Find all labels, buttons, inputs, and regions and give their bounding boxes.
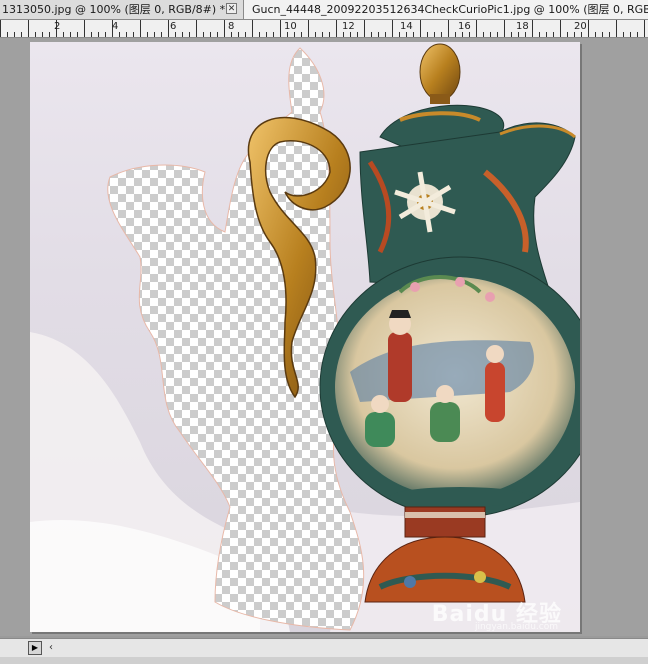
play-icon[interactable]: ▶ bbox=[28, 641, 42, 655]
ruler-label: 8 bbox=[228, 21, 235, 32]
ruler-label: 6 bbox=[170, 21, 177, 32]
ruler-label: 18 bbox=[516, 21, 529, 32]
arrow-left-icon[interactable]: ‹ bbox=[44, 640, 58, 656]
ruler-label: 2 bbox=[54, 21, 61, 32]
document-tab-2[interactable]: Gucn_44448_20092203512634CheckCurioPic1.… bbox=[244, 0, 648, 19]
document-tab-bar: 1313050.jpg @ 100% (图层 0, RGB/8#) * ✕ Gu… bbox=[0, 0, 648, 20]
document-tab-1-label: 1313050.jpg @ 100% (图层 0, RGB/8#) * bbox=[2, 3, 226, 16]
status-strip bbox=[0, 657, 648, 664]
ruler-label: 12 bbox=[342, 21, 355, 32]
document-canvas[interactable]: Baidu 经验 jingyan.baidu.com bbox=[30, 42, 580, 632]
watermark-url: jingyan.baidu.com bbox=[474, 622, 558, 632]
ruler-label: 10 bbox=[284, 21, 297, 32]
ruler-label: 20 bbox=[574, 21, 587, 32]
horizontal-ruler: 2 4 6 8 10 12 14 16 18 20 bbox=[0, 20, 648, 38]
ruler-label: 14 bbox=[400, 21, 413, 32]
document-tab-1[interactable]: 1313050.jpg @ 100% (图层 0, RGB/8#) * ✕ bbox=[0, 0, 244, 19]
close-icon[interactable]: ✕ bbox=[226, 3, 237, 14]
vase-image bbox=[30, 43, 580, 632]
document-tab-2-label: Gucn_44448_20092203512634CheckCurioPic1.… bbox=[252, 3, 648, 16]
horizontal-scrollbar[interactable]: ▶ ‹ bbox=[0, 638, 648, 657]
canvas-area[interactable]: Baidu 经验 jingyan.baidu.com bbox=[0, 38, 648, 636]
ruler-label: 16 bbox=[458, 21, 471, 32]
ruler-label: 4 bbox=[112, 21, 119, 32]
ruler-ticks bbox=[0, 20, 645, 37]
